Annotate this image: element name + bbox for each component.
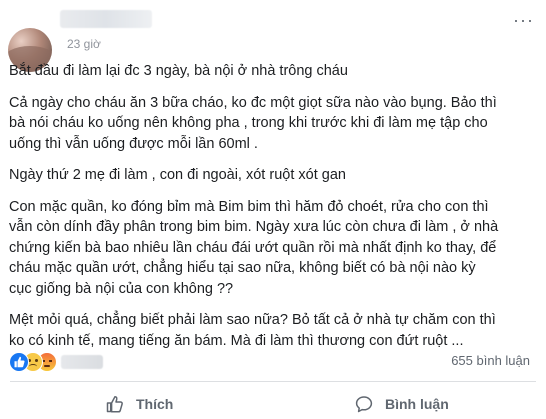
like-button[interactable]: Thích <box>106 389 173 419</box>
comment-count-link[interactable]: 655 bình luận <box>451 353 530 368</box>
post-paragraph: Cả ngày cho cháu ăn 3 bữa cháo, ko đc mộ… <box>9 94 497 152</box>
like-button-label: Thích <box>136 396 174 412</box>
post-header: 23 giờ ··· <box>8 10 538 72</box>
comment-button-label: Bình luận <box>385 396 449 412</box>
action-bar: Thích Bình luận <box>10 389 536 419</box>
post-body: Bắt đầu đi làm lại đc 3 ngày, bà nội ở n… <box>9 61 531 362</box>
post-paragraph: Mệt mỏi quá, chẳng biết phải làm sao nữa… <box>9 312 496 349</box>
post-paragraph: Con mặc quần, ko đóng bỉm mà Bim bim thì… <box>9 198 499 297</box>
thumbs-up-icon <box>106 395 124 413</box>
comment-icon <box>355 395 373 413</box>
divider <box>10 381 536 382</box>
post-paragraph: Ngày thứ 2 mẹ đi làm , con đi ngoài, xót… <box>9 167 346 183</box>
more-options-icon[interactable]: ··· <box>513 11 534 29</box>
comment-button[interactable]: Bình luận <box>355 389 449 419</box>
post-paragraph: Bắt đầu đi làm lại đc 3 ngày, bà nội ở n… <box>9 63 348 79</box>
like-reaction-icon[interactable] <box>9 352 29 372</box>
reactions-bar: 655 bình luận <box>9 352 537 372</box>
post-timestamp[interactable]: 23 giờ <box>67 37 101 51</box>
author-name-redacted[interactable] <box>60 10 152 28</box>
reaction-count-redacted[interactable] <box>61 355 103 369</box>
